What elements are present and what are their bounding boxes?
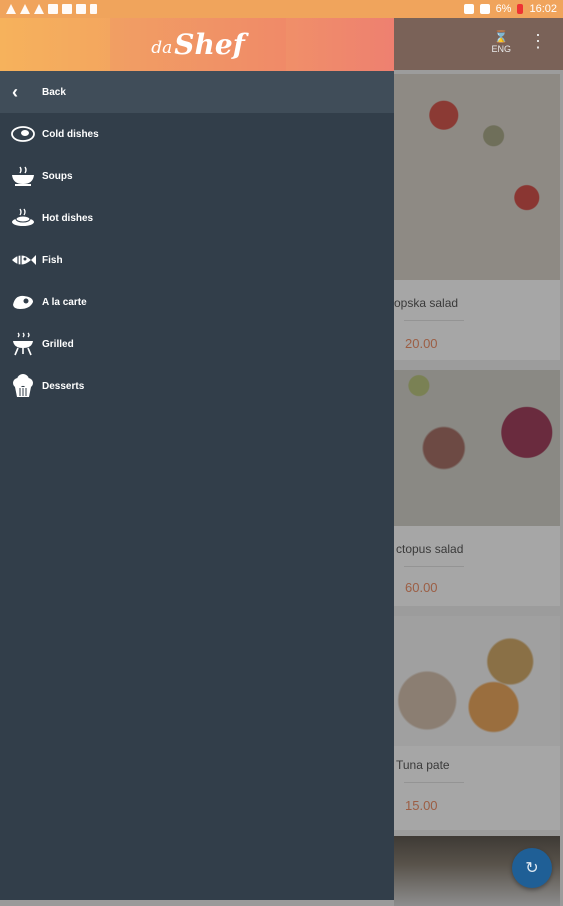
fish-icon: [8, 248, 38, 272]
product-image: [394, 616, 560, 746]
upload-icon: [34, 4, 44, 14]
hot-dish-icon: [8, 206, 38, 230]
product-image: [394, 74, 560, 280]
hourglass-icon: ⌛: [493, 30, 509, 44]
drawer-header: da Shef: [0, 18, 394, 71]
soup-icon: [8, 164, 38, 188]
divider: [404, 566, 464, 567]
menu-item-hot-dishes[interactable]: Hot dishes: [0, 197, 394, 239]
menu-item-fish[interactable]: Fish: [0, 239, 394, 281]
mail-icon: [62, 4, 72, 14]
product-image: [394, 370, 560, 526]
back-label: Back: [42, 86, 66, 98]
product-price: 15.00: [405, 798, 438, 813]
navigation-drawer: da Shef ‹ Back Cold dishes Soups Hot dis…: [0, 18, 394, 900]
cupcake-icon: [8, 374, 38, 398]
grill-icon: [8, 332, 38, 356]
product-list: opska salad 20.00 ctopus salad 60.00 Tun…: [394, 70, 563, 906]
divider: [404, 320, 464, 321]
chevron-left-icon: ‹: [12, 81, 18, 102]
mute-icon: [463, 4, 474, 14]
refresh-button[interactable]: ↻: [512, 848, 552, 888]
refresh-icon: ↻: [525, 860, 539, 877]
clock: 16:02: [529, 3, 557, 15]
logo-main: Shef: [174, 28, 245, 61]
language-label: ENG: [491, 44, 511, 54]
gmail-icon: [76, 4, 86, 14]
menu-item-label: Fish: [42, 254, 63, 266]
image-icon: [48, 4, 58, 14]
menu-item-label: Cold dishes: [42, 128, 99, 140]
menu-item-label: Desserts: [42, 380, 85, 392]
product-card[interactable]: ctopus salad 60.00: [394, 370, 560, 606]
menu-item-desserts[interactable]: Desserts: [0, 365, 394, 407]
battery-percent: 6%: [495, 3, 512, 15]
menu-item-a-la-carte[interactable]: A la carte: [0, 281, 394, 323]
product-price: 60.00: [405, 580, 438, 595]
product-name: Tuna pate: [396, 758, 450, 772]
menu-item-grilled[interactable]: Grilled: [0, 323, 394, 365]
product-card[interactable]: opska salad 20.00: [394, 74, 560, 360]
menu-item-cold-dishes[interactable]: Cold dishes: [0, 113, 394, 155]
status-bar: 6% 16:02: [0, 0, 563, 18]
menu-item-label: Hot dishes: [42, 212, 94, 224]
product-name: opska salad: [394, 296, 459, 310]
logo-prefix: da: [151, 37, 173, 58]
product-name: ctopus salad: [396, 542, 464, 556]
divider: [404, 782, 464, 783]
menu-item-label: Grilled: [42, 338, 74, 350]
menu-item-label: Soups: [42, 170, 73, 182]
upload-icon: [20, 4, 30, 14]
product-card[interactable]: Tuna pate 15.00: [394, 616, 560, 830]
upload-icon: [6, 4, 16, 14]
category-menu: Cold dishes Soups Hot dishes Fish A la c…: [0, 113, 394, 407]
steak-icon: [8, 290, 38, 314]
notification-icons: [6, 4, 97, 14]
menu-item-label: A la carte: [42, 296, 87, 308]
language-switch[interactable]: ⌛ ENG: [491, 30, 511, 54]
product-price: 20.00: [405, 336, 438, 351]
plate-icon: [8, 122, 38, 146]
play-store-icon: [90, 4, 97, 14]
wifi-icon: [479, 4, 490, 14]
more-options-icon[interactable]: ⋮: [529, 32, 547, 50]
back-button[interactable]: ‹ Back: [0, 71, 394, 113]
battery-icon: [517, 4, 524, 14]
app-logo: da Shef: [110, 18, 286, 71]
menu-item-soups[interactable]: Soups: [0, 155, 394, 197]
